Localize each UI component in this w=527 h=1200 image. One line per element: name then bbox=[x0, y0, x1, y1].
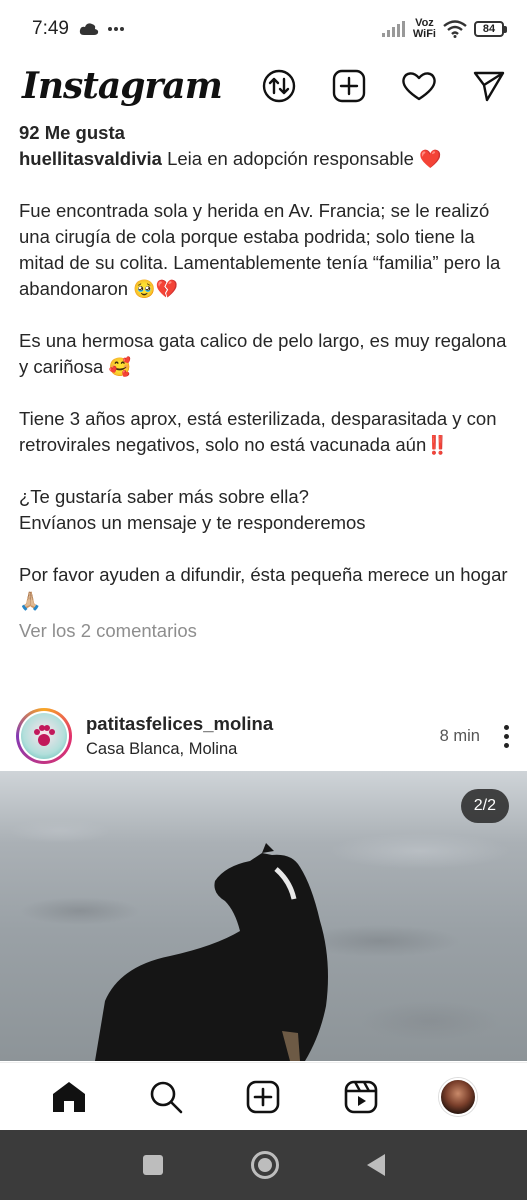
battery-level: 84 bbox=[474, 21, 504, 37]
heart-icon[interactable] bbox=[401, 68, 437, 104]
back-icon[interactable] bbox=[366, 1154, 385, 1176]
caption-username[interactable]: huellitasvaldivia bbox=[19, 148, 162, 169]
caption-paragraph-2: Es una hermosa gata calico de pelo largo… bbox=[19, 328, 514, 380]
more-dots-icon bbox=[107, 27, 124, 31]
more-options-icon[interactable] bbox=[500, 721, 513, 752]
image-counter-badge: 2/2 bbox=[460, 789, 509, 823]
send-icon[interactable] bbox=[471, 68, 507, 104]
avatar-inner bbox=[19, 711, 69, 761]
app-header: Instagram bbox=[0, 60, 527, 112]
wifi-label: WiFi bbox=[412, 28, 436, 40]
status-right: Voz WiFi 84 bbox=[381, 18, 507, 40]
profile-avatar[interactable] bbox=[436, 1075, 480, 1119]
paw-logo-icon bbox=[21, 713, 67, 759]
post-location[interactable]: Casa Blanca, Molina bbox=[86, 740, 273, 759]
post-username[interactable]: patitasfelices_molina bbox=[86, 713, 273, 735]
caption-paragraph-1: Fue encontrada sola y herida en Av. Fran… bbox=[19, 198, 514, 302]
pray-emoji: 🙏🏼 bbox=[19, 591, 42, 611]
post-image[interactable]: 2/2 bbox=[0, 771, 527, 1061]
caption-paragraph-3-text: Tiene 3 años aprox, está esterilizada, d… bbox=[19, 408, 497, 455]
home-button-icon[interactable] bbox=[250, 1151, 279, 1179]
profile-thumbnail bbox=[439, 1077, 478, 1116]
reels-icon[interactable] bbox=[339, 1075, 383, 1119]
home-icon[interactable] bbox=[47, 1075, 91, 1119]
post-caption: 92 Me gusta huellitasvaldivia Leia en ad… bbox=[19, 120, 514, 644]
swap-icon[interactable] bbox=[261, 68, 297, 104]
heart-emoji: ❤️ bbox=[419, 149, 442, 169]
recent-apps-icon[interactable] bbox=[142, 1155, 163, 1175]
caption-paragraph-2-text: Es una hermosa gata calico de pelo largo… bbox=[19, 330, 507, 377]
caption-paragraph-1-text: Fue encontrada sola y herida en Av. Fran… bbox=[19, 200, 501, 299]
caption-question: ¿Te gustaría saber más sobre ella? bbox=[19, 486, 309, 507]
header-actions bbox=[261, 68, 507, 104]
instagram-logo[interactable]: Instagram bbox=[22, 65, 223, 107]
cloud-icon bbox=[79, 23, 99, 35]
view-comments-link[interactable]: Ver los 2 comentarios bbox=[19, 618, 514, 644]
search-icon[interactable] bbox=[144, 1075, 188, 1119]
alert-emoji: ‼️ bbox=[426, 435, 449, 455]
signal-icon bbox=[381, 21, 405, 37]
story-ring[interactable] bbox=[16, 708, 72, 764]
caption-paragraph-4-text: Por favor ayuden a difundir, ésta pequeñ… bbox=[19, 564, 508, 585]
system-nav-bar bbox=[0, 1130, 527, 1200]
caption-intro: huellitasvaldivia Leia en adopción respo… bbox=[19, 146, 514, 172]
post-time: 8 min bbox=[439, 726, 480, 745]
add-post-icon[interactable] bbox=[331, 68, 367, 104]
post-meta: patitasfelices_molina Casa Blanca, Molin… bbox=[86, 713, 273, 759]
bottom-nav bbox=[0, 1062, 527, 1130]
battery-tip bbox=[504, 25, 507, 33]
battery-indicator: 84 bbox=[474, 21, 507, 37]
status-left-icons bbox=[79, 22, 125, 36]
caption-first-line: Leia en adopción responsable bbox=[167, 148, 414, 169]
caption-question-block: ¿Te gustaría saber más sobre ella? Envía… bbox=[19, 484, 514, 536]
caption-invite: Envíanos un mensaje y te responderemos bbox=[19, 512, 366, 533]
status-bar: 7:49 Voz WiFi 84 bbox=[0, 0, 527, 58]
love-emoji: 🥰 bbox=[108, 357, 131, 377]
sad-emoji: 🥹💔 bbox=[133, 279, 179, 299]
likes-count[interactable]: 92 Me gusta bbox=[19, 120, 514, 146]
status-time: 7:49 bbox=[32, 18, 69, 39]
post-header: patitasfelices_molina Casa Blanca, Molin… bbox=[0, 704, 527, 768]
voz-wifi-label: Voz WiFi bbox=[413, 18, 436, 40]
wifi-icon bbox=[443, 20, 467, 38]
caption-paragraph-4: Por favor ayuden a difundir, ésta pequeñ… bbox=[19, 562, 514, 614]
caption-paragraph-3: Tiene 3 años aprox, está esterilizada, d… bbox=[19, 406, 514, 458]
dog-silhouette bbox=[95, 843, 328, 1061]
create-icon[interactable] bbox=[241, 1075, 285, 1119]
